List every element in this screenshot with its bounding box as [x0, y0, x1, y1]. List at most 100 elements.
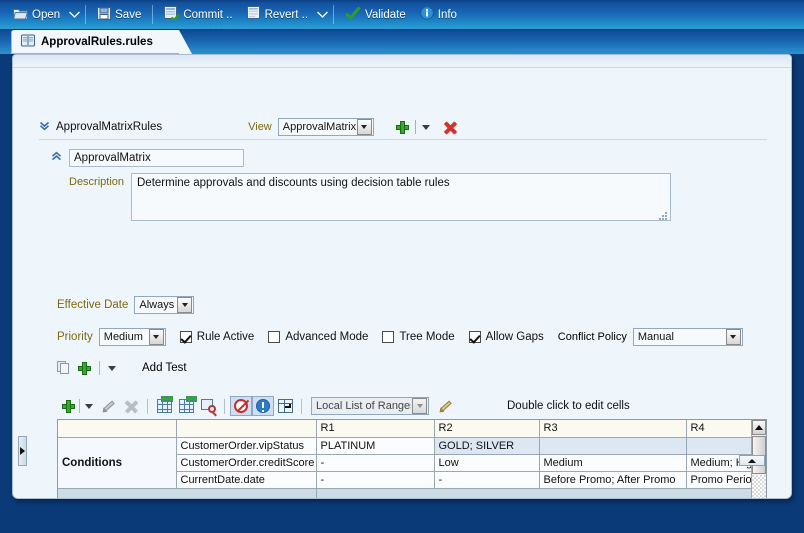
allow-gaps-checkbox-wrap[interactable]: Allow Gaps — [468, 331, 544, 343]
effective-date-label: Effective Date — [57, 299, 129, 311]
chevron-right-icon — [20, 447, 25, 455]
scroll-up-button[interactable] — [752, 420, 766, 435]
tab-approvalrules-rules[interactable]: ApprovalRules.rules — [11, 30, 192, 54]
column-header-r3[interactable]: R3 — [539, 420, 687, 438]
priority-select-value: Medium — [103, 331, 143, 343]
cell-r2-c2[interactable]: Low — [434, 454, 540, 472]
split-table-button[interactable] — [274, 396, 296, 416]
open-button[interactable]: Open — [6, 3, 67, 27]
cell-r3-c2[interactable]: Medium — [539, 454, 687, 472]
priority-row: Priority Medium Rule Active Advanced Mod… — [57, 328, 743, 346]
toolbar-separator — [152, 5, 154, 24]
description-textarea[interactable]: Determine approvals and discounts using … — [131, 173, 671, 221]
revert-icon — [246, 6, 261, 23]
insert-column-button[interactable] — [175, 396, 197, 416]
condition-expression-1[interactable]: CustomerOrder.vipStatus — [176, 437, 317, 455]
conflict-policy-value: Manual — [637, 331, 674, 343]
restore-panel-button[interactable] — [739, 455, 765, 466]
cell-r2-c3[interactable]: - — [434, 471, 540, 489]
insert-row-button[interactable] — [153, 396, 175, 416]
condition-expression-2[interactable]: CustomerOrder.creditScore — [176, 454, 317, 472]
spacer-right — [316, 488, 751, 498]
edit-range-button[interactable] — [435, 396, 457, 416]
commit-button[interactable]: Commit .. — [157, 3, 239, 27]
condition-expression-3[interactable]: CurrentDate.date — [176, 471, 317, 489]
chevron-down-icon — [177, 297, 193, 313]
rule-active-label: Rule Active — [196, 331, 255, 343]
column-header-r4[interactable]: R4 — [686, 420, 751, 438]
add-rule-dropdown-caret[interactable] — [80, 396, 98, 416]
validate-check-icon — [344, 6, 361, 23]
cell-r3-c3[interactable]: Before Promo; After Promo — [539, 471, 687, 489]
book-icon — [21, 34, 35, 50]
resize-grip-icon[interactable] — [659, 211, 668, 220]
edit-rule-button[interactable] — [98, 396, 120, 416]
ruleset-header-row: ApprovalMatrixRules View ApprovalMatrix — [39, 115, 767, 139]
allow-gaps-checkbox[interactable] — [468, 331, 481, 343]
rule-editor-window: ApprovalMatrixRules View ApprovalMatrix … — [12, 54, 792, 499]
save-button[interactable]: Save — [90, 3, 148, 27]
revert-dropdown-caret[interactable] — [315, 11, 329, 18]
add-test-toolbar: Add Test — [57, 361, 187, 375]
column-header-r2[interactable]: R2 — [434, 420, 540, 438]
cell-r4-c3[interactable]: Promo Period — [686, 471, 751, 489]
collapse-ruleset-icon[interactable] — [39, 120, 50, 134]
priority-select[interactable]: Medium — [98, 328, 166, 346]
validate-button[interactable]: Validate — [338, 3, 413, 27]
toolbar-separator — [147, 398, 148, 414]
add-test-label: Add Test — [142, 362, 187, 374]
rule-active-checkbox-wrap[interactable]: Rule Active — [179, 331, 255, 343]
delete-ruleset-button[interactable] — [443, 120, 457, 135]
tree-mode-checkbox-wrap[interactable]: Tree Mode — [382, 331, 455, 343]
info-label: Info — [437, 8, 457, 21]
cell-r2-c1[interactable]: GOLD; SILVER — [434, 437, 540, 455]
revert-button[interactable]: Revert .. — [240, 3, 315, 27]
info-button[interactable]: Info — [413, 3, 464, 27]
conflict-policy-label: Conflict Policy — [557, 331, 627, 343]
application-toolbar: Open Save Commit .. Revert .. Validate I… — [0, 0, 804, 30]
cell-r4-c1[interactable] — [686, 437, 751, 455]
tree-mode-label: Tree Mode — [399, 331, 455, 343]
add-rule-button[interactable] — [57, 396, 79, 416]
find-in-table-button[interactable] — [197, 396, 219, 417]
conflict-policy-select[interactable]: Manual — [632, 328, 743, 346]
effective-date-select[interactable]: Always — [134, 296, 195, 314]
expand-rule-icon[interactable] — [51, 151, 62, 165]
allow-gaps-label: Allow Gaps — [485, 331, 544, 343]
add-ruleset-button[interactable] — [395, 120, 409, 134]
chevron-down-icon — [356, 119, 372, 135]
advanced-mode-label: Advanced Mode — [285, 331, 369, 343]
add-ruleset-dropdown-caret[interactable] — [421, 124, 430, 130]
save-disk-icon — [97, 6, 112, 23]
cell-r1-c2[interactable]: - — [316, 454, 435, 472]
decision-table: R1 R2 R3 R4 Conditions CustomerOrder.vip… — [57, 419, 767, 498]
toolbar-separator — [224, 398, 225, 414]
table-row: Conditions CustomerOrder.vipStatus PLATI… — [58, 437, 751, 489]
cell-r1-c3[interactable]: - — [316, 471, 435, 489]
advanced-mode-checkbox[interactable] — [268, 331, 281, 343]
vertical-scroll-track[interactable] — [752, 475, 766, 498]
view-select[interactable]: ApprovalMatrix — [277, 118, 374, 136]
add-test-dropdown-caret[interactable] — [108, 365, 116, 371]
column-header-r1[interactable]: R1 — [316, 420, 435, 438]
toolbar-separator — [99, 361, 100, 375]
tree-mode-checkbox[interactable] — [382, 331, 395, 343]
copy-icon[interactable] — [57, 361, 70, 375]
gap-filter-toggle[interactable] — [252, 396, 274, 416]
range-list-select[interactable]: Local List of Ranges — [311, 397, 429, 415]
commit-label: Commit .. — [183, 8, 233, 21]
conflict-filter-toggle[interactable] — [230, 396, 252, 416]
view-select-value: ApprovalMatrix — [282, 121, 356, 133]
advanced-mode-checkbox-wrap[interactable]: Advanced Mode — [268, 331, 368, 343]
chevron-down-icon — [725, 329, 741, 345]
chevron-down-icon — [148, 329, 164, 345]
rule-active-checkbox[interactable] — [179, 331, 192, 343]
open-dropdown-caret[interactable] — [67, 11, 81, 18]
rule-name-input[interactable] — [69, 149, 244, 167]
cell-r3-c1[interactable] — [539, 437, 687, 455]
cell-r1-c1[interactable]: PLATINUM — [316, 437, 435, 455]
save-label: Save — [115, 8, 142, 21]
delete-rule-button[interactable] — [120, 396, 142, 416]
add-test-button[interactable] — [78, 361, 91, 375]
expand-left-panel-handle[interactable] — [18, 436, 27, 466]
